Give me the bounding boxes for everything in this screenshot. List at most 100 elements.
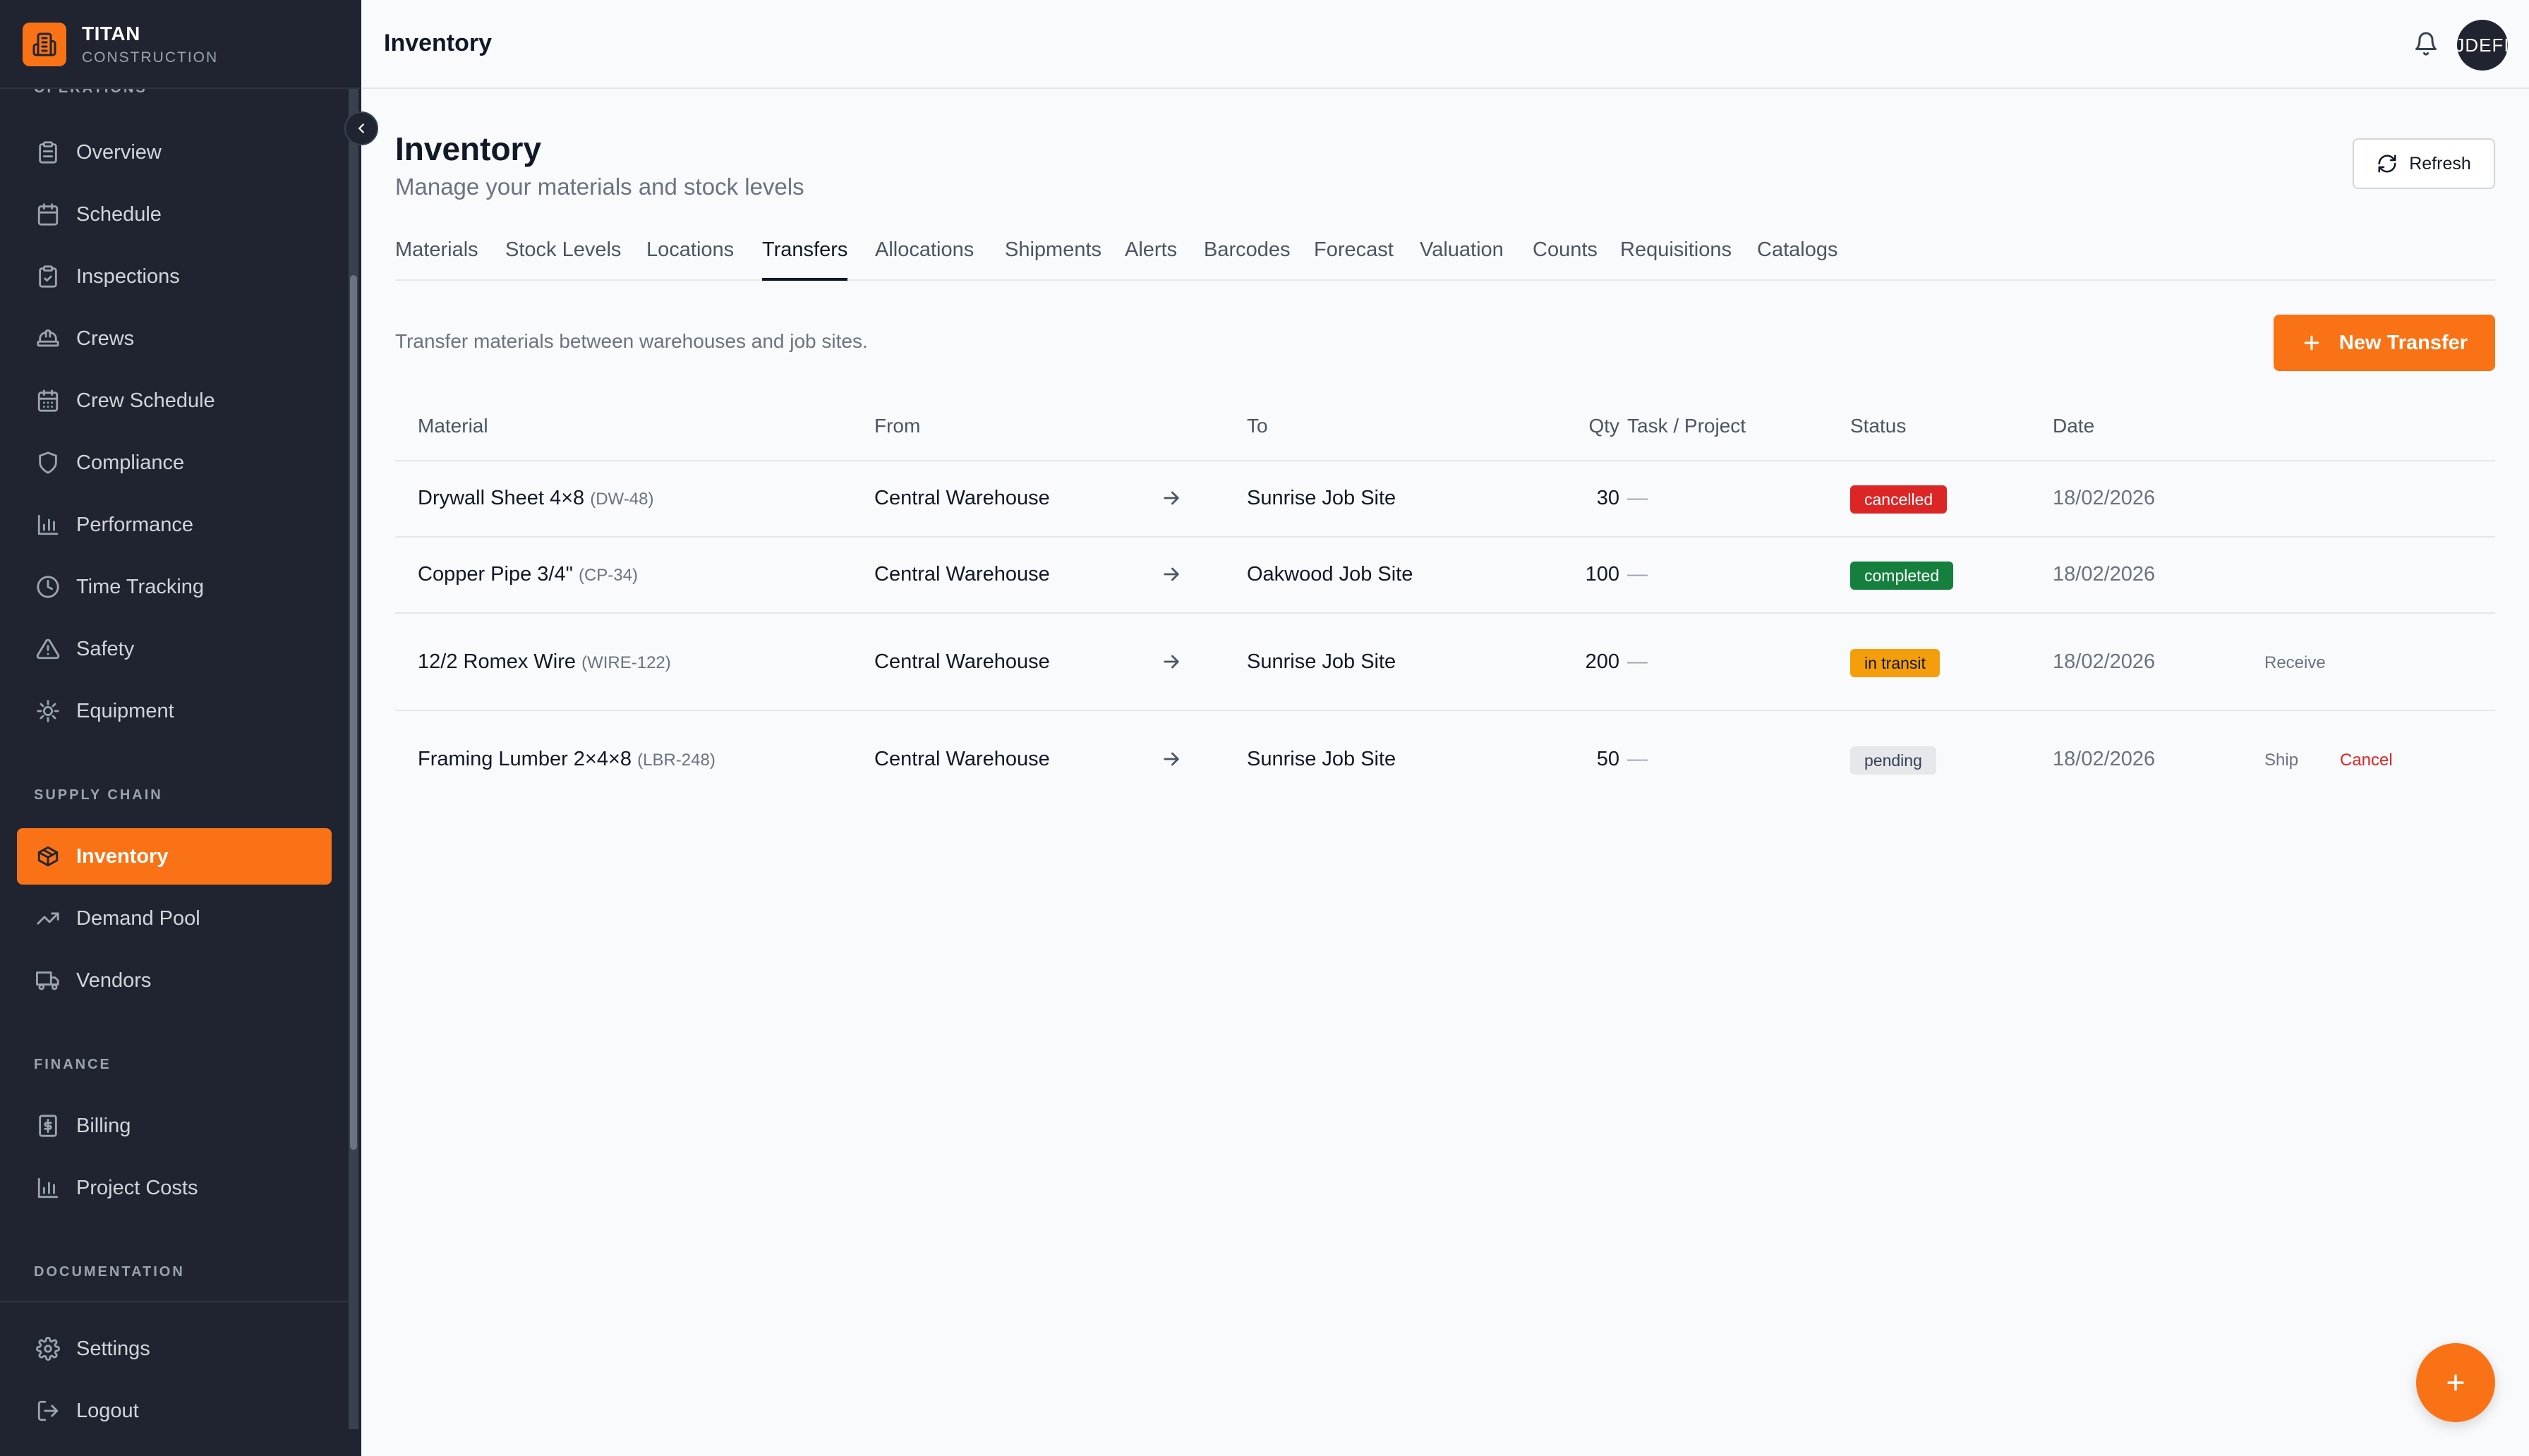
column-header-to: To	[1247, 415, 1268, 437]
sidebar-item-overview[interactable]: Overview	[17, 124, 332, 181]
to-cell: Sunrise Job Site	[1247, 650, 1396, 673]
sidebar-item-performance[interactable]: Performance	[17, 497, 332, 553]
brand[interactable]: TITAN CONSTRUCTION	[0, 0, 361, 89]
table-row[interactable]	[395, 614, 2495, 711]
qty-cell: 30	[1596, 487, 1619, 509]
status-badge: in transit	[1850, 649, 1940, 677]
section-label-finance: FINANCE	[34, 1057, 111, 1072]
material-cell: Drywall Sheet 4×8 (DW-48)	[418, 487, 654, 509]
cancel-button[interactable]: Cancel	[2340, 751, 2393, 770]
sidebar-item-compliance[interactable]: Compliance	[17, 435, 332, 491]
brand-title: TITAN	[82, 23, 140, 44]
receive-button[interactable]: Receive	[2264, 653, 2326, 673]
sidebar-item-label: Billing	[76, 1114, 131, 1137]
sidebar-item-label: Logout	[76, 1399, 139, 1422]
sidebar-item-logout[interactable]: Logout	[17, 1383, 332, 1439]
sidebar-item-inventory[interactable]: Inventory	[17, 828, 332, 885]
sidebar-item-label: Project Costs	[76, 1176, 198, 1199]
date-cell: 18/02/2026	[2053, 487, 2156, 509]
sidebar-item-project-costs[interactable]: Project Costs	[17, 1160, 332, 1216]
qty-cell: 100	[1585, 563, 1619, 586]
to-cell: Sunrise Job Site	[1247, 487, 1396, 509]
tab-forecast[interactable]: Forecast	[1314, 238, 1394, 281]
date-cell: 18/02/2026	[2053, 748, 2156, 770]
sidebar-item-time-tracking[interactable]: Time Tracking	[17, 559, 332, 615]
tab-requisitions[interactable]: Requisitions	[1620, 238, 1732, 281]
quick-add-button[interactable]	[2416, 1343, 2495, 1422]
cog-icon	[34, 697, 62, 725]
table-row[interactable]	[395, 461, 2495, 538]
material-cell: 12/2 Romex Wire (WIRE-122)	[418, 650, 671, 673]
tab-locations[interactable]: Locations	[646, 238, 734, 281]
bar-chart-icon	[34, 511, 62, 539]
sidebar-collapse-button[interactable]	[344, 111, 378, 145]
sidebar-item-vendors[interactable]: Vendors	[17, 952, 332, 1009]
column-header-qty: Qty	[1588, 415, 1619, 437]
sidebar-item-inspections[interactable]: Inspections	[17, 248, 332, 305]
sidebar-item-safety[interactable]: Safety	[17, 621, 332, 677]
new-transfer-button[interactable]: New Transfer	[2274, 315, 2495, 371]
tab-shipments[interactable]: Shipments	[1005, 238, 1101, 281]
tab-transfers[interactable]: Transfers	[762, 238, 848, 281]
column-header-from: From	[874, 415, 921, 437]
tab-counts[interactable]: Counts	[1533, 238, 1598, 281]
sidebar-item-label: Crew Schedule	[76, 389, 215, 412]
avatar[interactable]: JDEFI	[2457, 20, 2508, 71]
tab-materials[interactable]: Materials	[395, 238, 478, 281]
sidebar-item-label: Vendors	[76, 969, 152, 992]
task-cell: —	[1627, 748, 1648, 770]
status-badge: cancelled	[1850, 485, 1948, 514]
clipboard-check-icon	[34, 262, 62, 291]
trending-up-icon	[34, 904, 62, 933]
sidebar-item-label: Demand Pool	[76, 906, 200, 930]
sidebar-divider	[0, 1301, 350, 1302]
column-header-task-project: Task / Project	[1627, 415, 1746, 437]
sidebar-item-label: Time Tracking	[76, 575, 205, 598]
table-row[interactable]	[395, 538, 2495, 614]
tab-stock-levels[interactable]: Stock Levels	[505, 238, 621, 281]
tab-bar: Materials Stock Levels Locations Transfe…	[395, 238, 2495, 281]
package-icon	[34, 842, 62, 870]
sidebar-scrollbar-thumb[interactable]	[350, 275, 357, 1150]
sidebar-item-demand-pool[interactable]: Demand Pool	[17, 890, 332, 947]
tab-alerts[interactable]: Alerts	[1125, 238, 1177, 281]
sidebar: TITAN CONSTRUCTION OPERATIONS Overview S…	[0, 0, 361, 1456]
sidebar-item-label: Schedule	[76, 202, 162, 226]
tab-catalogs[interactable]: Catalogs	[1757, 238, 1837, 281]
sidebar-item-equipment[interactable]: Equipment	[17, 683, 332, 739]
sidebar-item-label: Performance	[76, 513, 194, 536]
clipboard-icon	[34, 138, 62, 166]
tab-valuation[interactable]: Valuation	[1420, 238, 1504, 281]
sidebar-item-settings[interactable]: Settings	[17, 1321, 332, 1377]
to-cell: Oakwood Job Site	[1247, 563, 1413, 586]
arrow-right-icon	[1164, 752, 1179, 766]
hard-hat-icon	[34, 324, 62, 353]
from-cell: Central Warehouse	[874, 748, 1050, 770]
page-title: Inventory	[395, 131, 542, 167]
ship-button[interactable]: Ship	[2264, 751, 2298, 770]
material-cell: Framing Lumber 2×4×8 (LBR-248)	[418, 748, 716, 770]
sidebar-item-label: Safety	[76, 637, 135, 660]
material-code: (DW-48)	[590, 490, 654, 509]
sidebar-item-schedule[interactable]: Schedule	[17, 186, 332, 243]
tab-allocations[interactable]: Allocations	[875, 238, 974, 281]
notifications-button[interactable]	[2410, 28, 2442, 59]
main-content: Inventory Manage your materials and stoc…	[361, 90, 2529, 1456]
refresh-button[interactable]: Refresh	[2353, 138, 2495, 189]
sidebar-item-crews[interactable]: Crews	[17, 310, 332, 367]
new-transfer-label: New Transfer	[2338, 331, 2468, 354]
clock-icon	[34, 573, 62, 601]
sidebar-item-billing[interactable]: Billing	[17, 1098, 332, 1154]
material-code: (CP-34)	[578, 566, 638, 585]
column-header-date: Date	[2053, 415, 2095, 437]
building-icon	[23, 23, 66, 66]
gear-icon	[34, 1335, 62, 1363]
chevron-left-icon	[358, 123, 364, 133]
tab-barcodes[interactable]: Barcodes	[1204, 238, 1291, 281]
topbar: Inventory JDEFI	[361, 0, 2529, 89]
truck-icon	[34, 966, 62, 995]
column-header-material: Material	[418, 415, 488, 437]
task-cell: —	[1627, 487, 1648, 509]
sidebar-item-crew-schedule[interactable]: Crew Schedule	[17, 372, 332, 429]
bar-chart-icon	[34, 1174, 62, 1202]
